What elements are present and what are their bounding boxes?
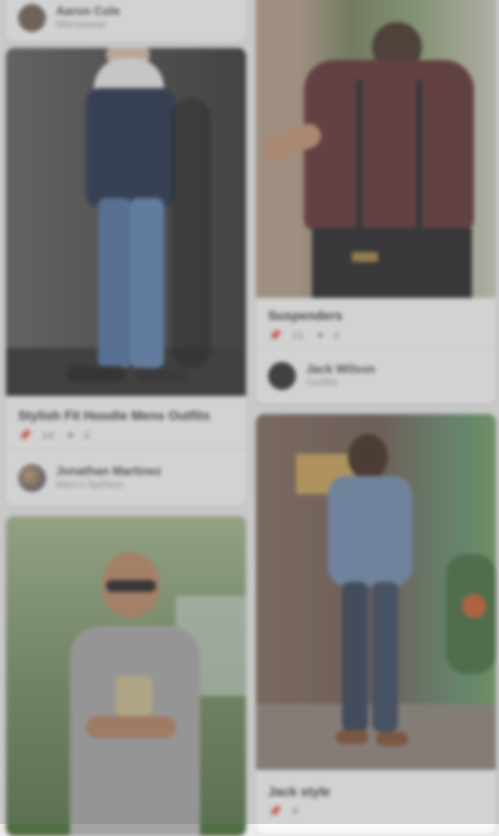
modal-backdrop-overlay[interactable]	[0, 0, 499, 824]
